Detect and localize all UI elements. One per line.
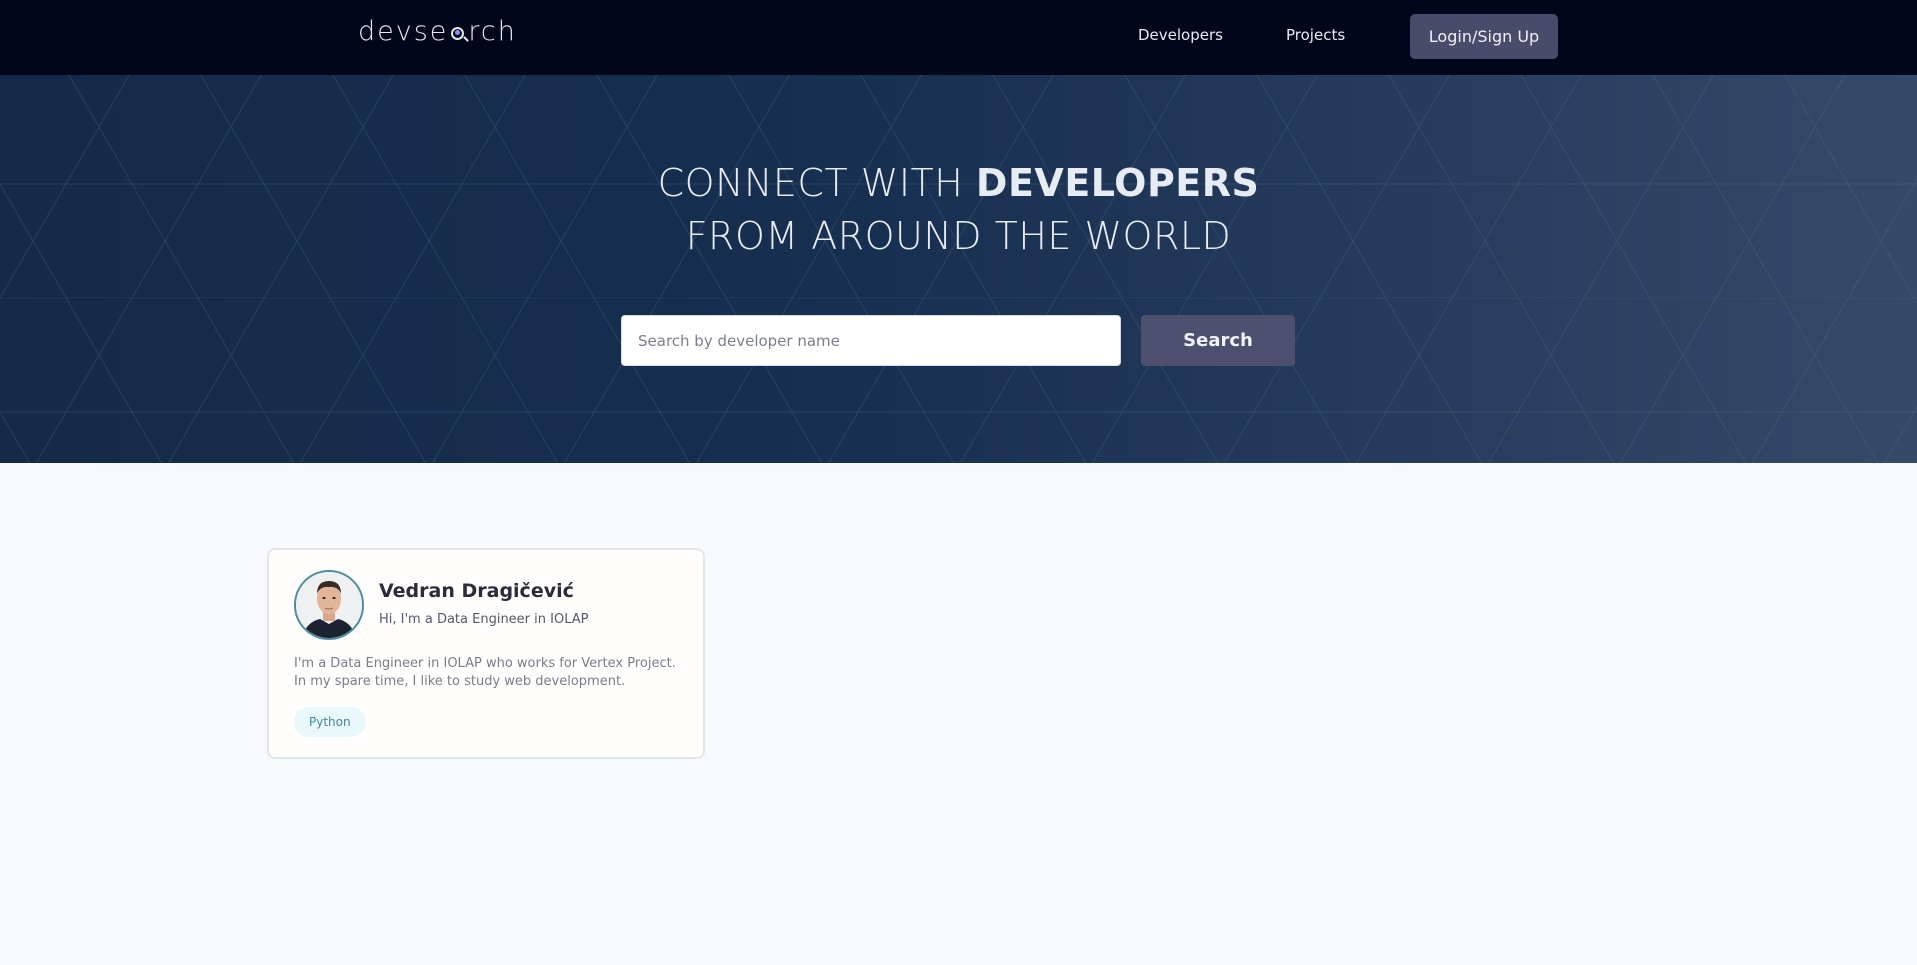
devsearch-logo[interactable]: devse rch — [358, 16, 517, 47]
developer-avatar[interactable] — [294, 570, 364, 640]
hero-headline-line2: FROM AROUND THE WORLD — [685, 214, 1232, 258]
skill-tag[interactable]: Python — [294, 707, 366, 737]
top-navbar: devse rch Developers Projects Login/Sign… — [0, 0, 1917, 75]
developer-card[interactable]: Vedran Dragičević Hi, I'm a Data Enginee… — [267, 548, 705, 759]
search-person-icon — [449, 20, 470, 44]
hero-section: CONNECT WITH DEVELOPERS FROM AROUND THE … — [0, 75, 1917, 463]
hexagon-pattern-background — [0, 75, 1917, 463]
nav-projects-link[interactable]: Projects — [1286, 26, 1345, 44]
hero-headline-light: CONNECT WITH — [657, 161, 976, 205]
logo-text-start: devse — [358, 16, 449, 47]
search-button[interactable]: Search — [1141, 315, 1295, 366]
hero-headline-bold: DEVELOPERS — [975, 161, 1260, 205]
developer-search-input[interactable] — [621, 315, 1121, 366]
developer-bio: I'm a Data Engineer in IOLAP who works f… — [294, 656, 676, 689]
developer-name: Vedran Dragičević — [379, 580, 574, 602]
logo-text-end: rch — [468, 16, 517, 47]
developer-headline: Hi, I'm a Data Engineer in IOLAP — [379, 612, 589, 627]
hero-headline: CONNECT WITH DEVELOPERS FROM AROUND THE … — [0, 157, 1917, 263]
login-signup-button[interactable]: Login/Sign Up — [1410, 14, 1558, 59]
nav-developers-link[interactable]: Developers — [1138, 26, 1223, 44]
